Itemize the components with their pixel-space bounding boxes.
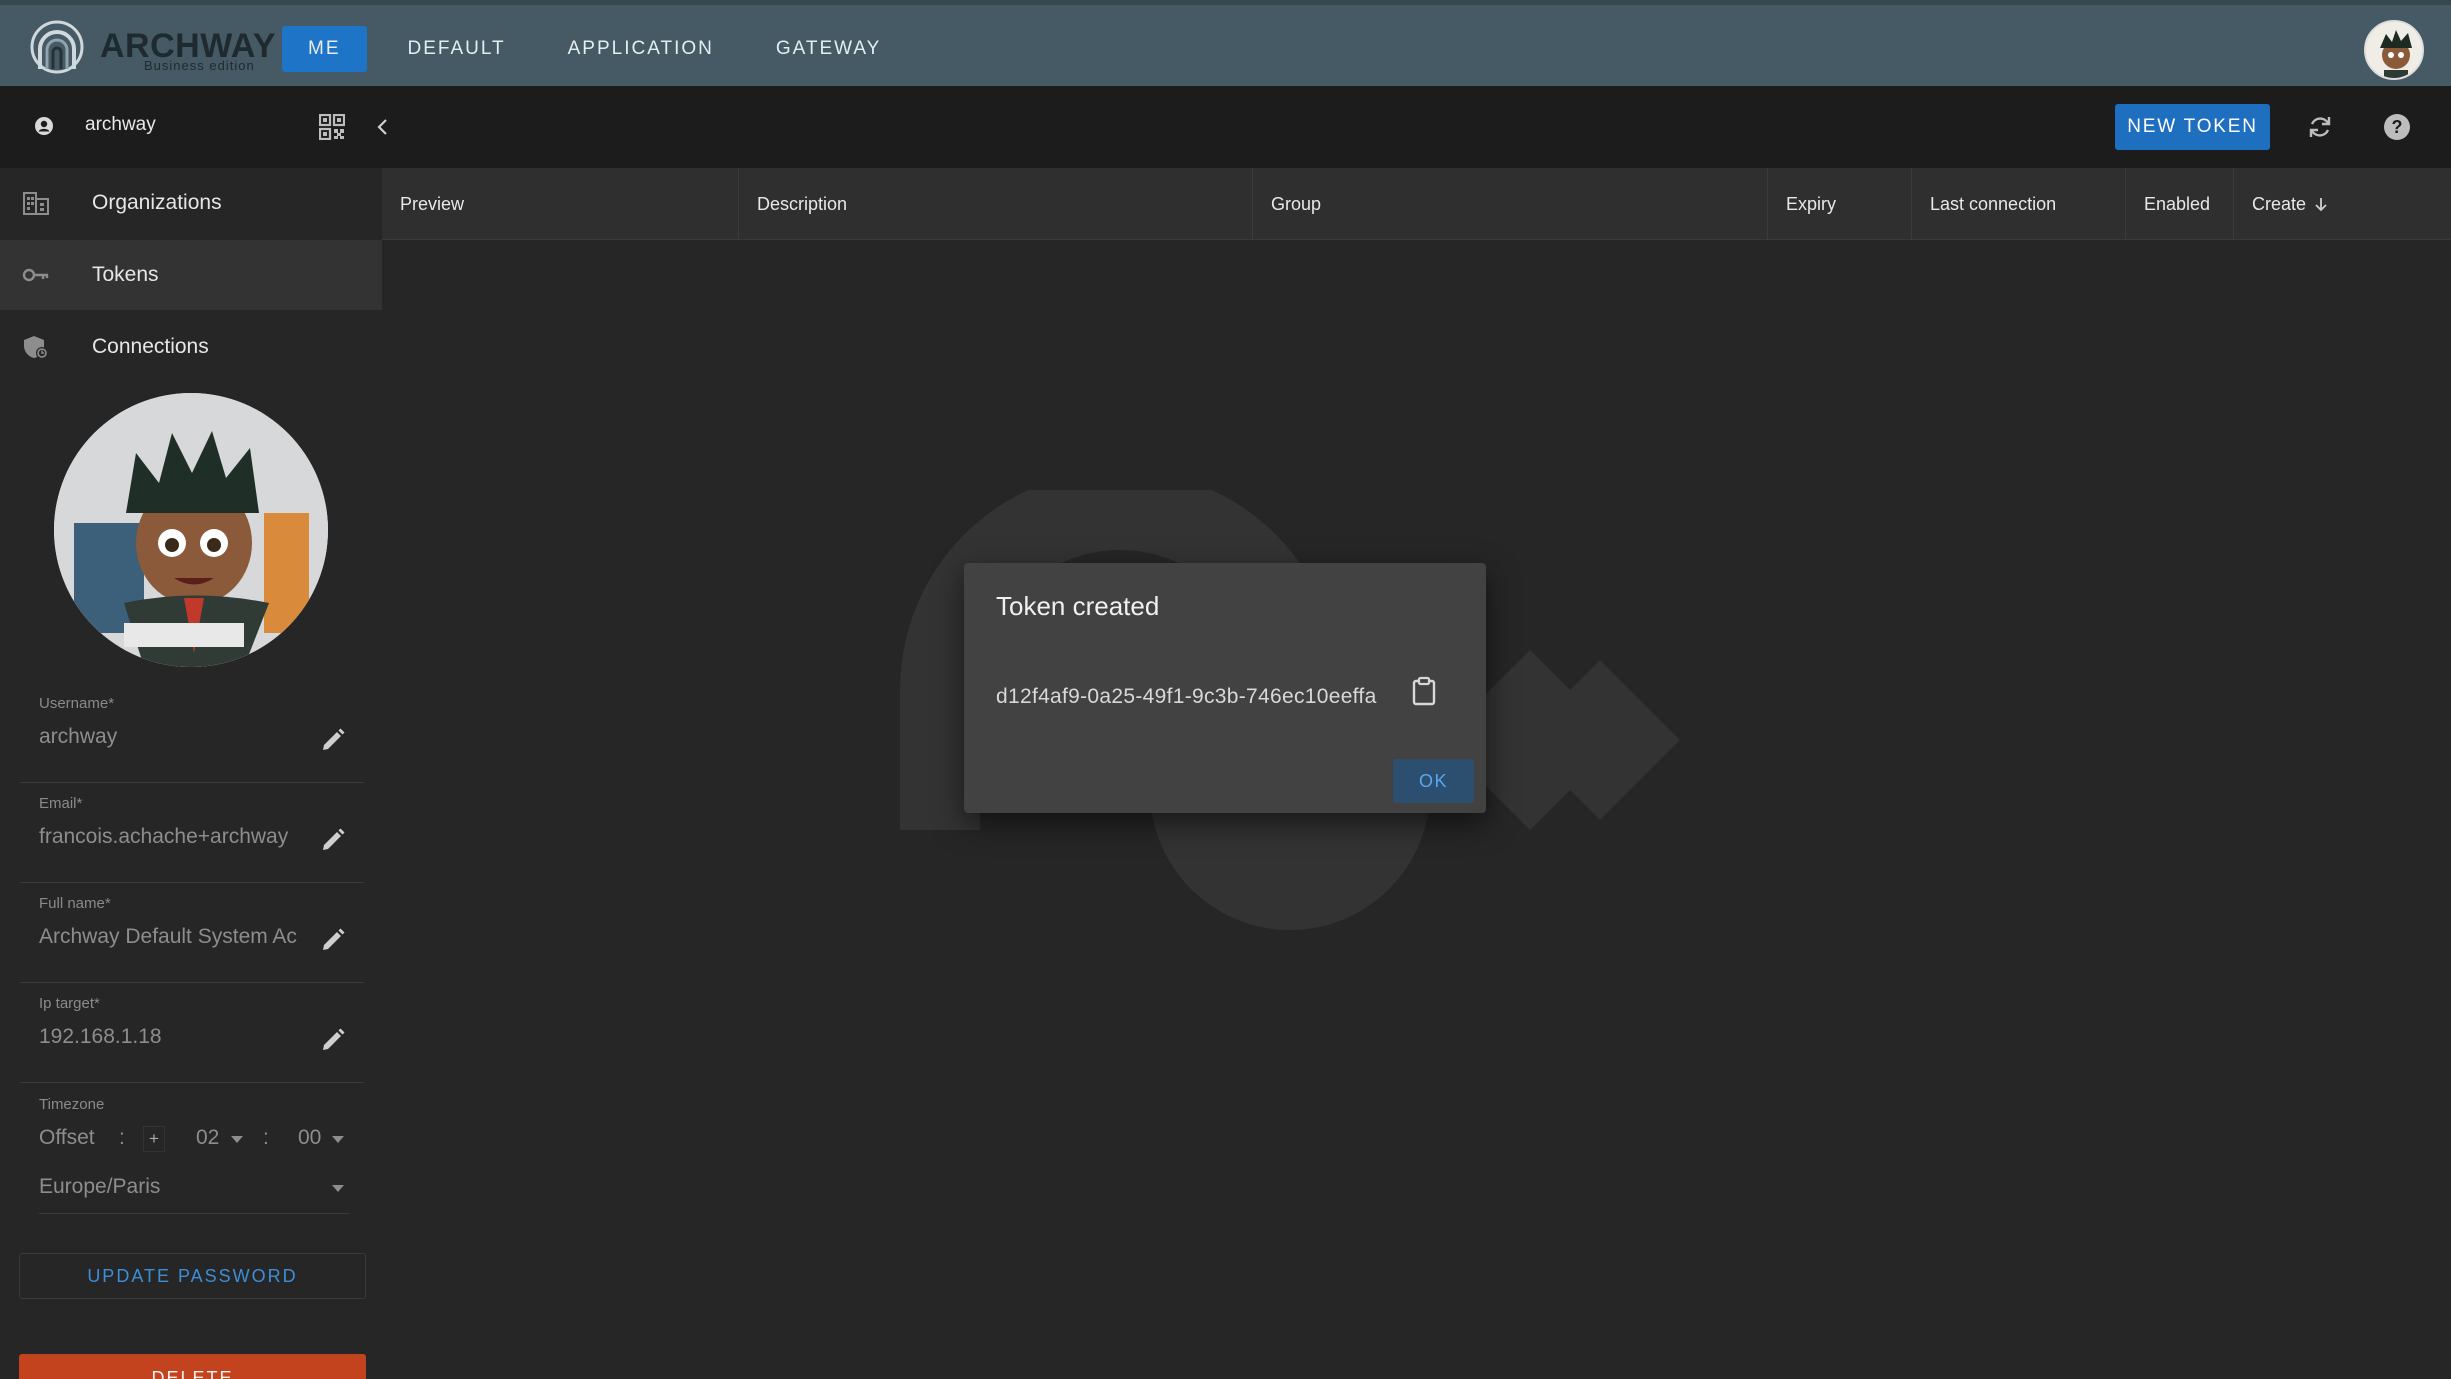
email-field: Email* francois.achache+archway	[20, 795, 364, 883]
column-header-preview[interactable]: Preview	[382, 168, 739, 240]
arrow-down-sort-icon	[2315, 198, 2327, 212]
profile-avatar[interactable]	[54, 393, 328, 667]
column-label: Create	[2252, 193, 2307, 214]
hours-caret-icon	[231, 1136, 243, 1143]
nav-tab-default[interactable]: DEFAULT	[377, 26, 537, 72]
clipboard-copy-icon[interactable]	[1410, 676, 1438, 706]
edit-username-pencil-icon[interactable]	[320, 727, 346, 753]
user-avatar-image	[2366, 22, 2422, 78]
chevron-left-icon[interactable]	[373, 116, 393, 138]
nav-tab-application[interactable]: APPLICATION	[537, 26, 745, 72]
update-password-button[interactable]: UPDATE PASSWORD	[19, 1253, 366, 1299]
ip-target-field: Ip target* 192.168.1.18	[20, 995, 364, 1083]
nav-tab-gateway[interactable]: GATEWAY	[745, 26, 912, 72]
help-icon[interactable]: ?	[2383, 113, 2411, 141]
column-header-enabled[interactable]: Enabled	[2126, 168, 2234, 240]
column-header-last-connection[interactable]: Last connection	[1912, 168, 2126, 240]
toolbar-username: archway	[85, 114, 156, 135]
full-name-label: Full name*	[39, 895, 111, 912]
nav-tab-me[interactable]: ME	[282, 26, 367, 72]
username-value: archway	[39, 725, 118, 748]
column-header-description[interactable]: Description	[739, 168, 1253, 240]
edit-ip-target-pencil-icon[interactable]	[320, 1027, 346, 1053]
sidebar-item-connections[interactable]: Connections	[0, 312, 382, 382]
token-value[interactable]: d12f4af9-0a25-49f1-9c3b-746ec10eeffa	[996, 685, 1377, 709]
archway-logo-icon[interactable]	[30, 19, 84, 75]
email-value: francois.achache+archway	[39, 825, 289, 848]
refresh-icon[interactable]	[2305, 112, 2335, 142]
ip-target-label: Ip target*	[39, 995, 100, 1012]
timezone-zone-select[interactable]: Europe/Paris	[39, 1175, 349, 1199]
user-avatar[interactable]	[2364, 20, 2424, 80]
offset-separator-2: :	[263, 1126, 269, 1149]
full-name-field: Full name* Archway Default System Ac	[20, 895, 364, 983]
key-icon	[22, 268, 49, 282]
main-nav: ME DEFAULT APPLICATION GATEWAY	[282, 26, 912, 72]
new-token-button[interactable]: NEW TOKEN	[2115, 104, 2270, 150]
column-label: Enabled	[2144, 193, 2211, 214]
offset-minutes-select[interactable]: 00	[298, 1126, 321, 1150]
column-header-group[interactable]: Group	[1253, 168, 1768, 240]
ip-target-value: 192.168.1.18	[39, 1025, 162, 1048]
offset-separator: :	[119, 1126, 125, 1149]
column-header-create[interactable]: Create	[2234, 168, 2451, 240]
timezone-offset-row: Offset : + 02 : 00	[39, 1126, 359, 1156]
column-label: Expiry	[1786, 193, 1837, 214]
sidebar-item-label: Organizations	[92, 191, 222, 214]
column-header-expiry[interactable]: Expiry	[1768, 168, 1912, 240]
email-label: Email*	[39, 795, 83, 812]
offset-hours-select[interactable]: 02	[196, 1126, 219, 1150]
app-bar: ARCHWAY Business edition ME DEFAULT APPL…	[0, 0, 2451, 86]
full-name-value: Archway Default System Ac	[39, 925, 297, 948]
minutes-caret-icon	[332, 1136, 344, 1143]
token-created-dialog: Token created d12f4af9-0a25-49f1-9c3b-74…	[964, 563, 1486, 813]
ok-button[interactable]: OK	[1393, 759, 1474, 803]
svg-text:?: ?	[2392, 117, 2403, 137]
timezone-underline	[39, 1213, 349, 1214]
username-field: Username* archway	[20, 695, 364, 783]
account-icon	[35, 117, 53, 135]
column-label: Description	[757, 193, 848, 214]
zone-caret-icon	[332, 1185, 344, 1192]
offset-label: Offset	[39, 1126, 95, 1149]
toolbar: archway NEW TOKEN ?	[0, 86, 2451, 168]
organizations-icon	[23, 192, 49, 215]
column-label: Group	[1271, 193, 1322, 214]
sidebar-item-organizations[interactable]: Organizations	[0, 168, 382, 238]
brand-edition: Business edition	[144, 58, 255, 73]
column-label: Preview	[400, 193, 465, 214]
profile-avatar-image	[54, 393, 328, 667]
sidebar-item-label: Tokens	[92, 263, 159, 286]
sidebar-item-tokens[interactable]: Tokens	[0, 240, 382, 310]
dialog-title: Token created	[996, 591, 1160, 621]
column-label: Last connection	[1930, 193, 2057, 214]
shield-connection-icon	[24, 336, 48, 359]
timezone-label: Timezone	[39, 1096, 105, 1113]
delete-account-button[interactable]: DELETE	[19, 1354, 366, 1379]
tokens-table-header: Preview Description Group Expiry Last co…	[382, 168, 2451, 240]
edit-email-pencil-icon[interactable]	[320, 827, 346, 853]
username-label: Username*	[39, 695, 115, 712]
sidebar-item-label: Connections	[92, 335, 209, 358]
qr-code-icon[interactable]	[319, 114, 345, 140]
offset-sign-toggle[interactable]: +	[143, 1126, 165, 1152]
edit-full-name-pencil-icon[interactable]	[320, 927, 346, 953]
